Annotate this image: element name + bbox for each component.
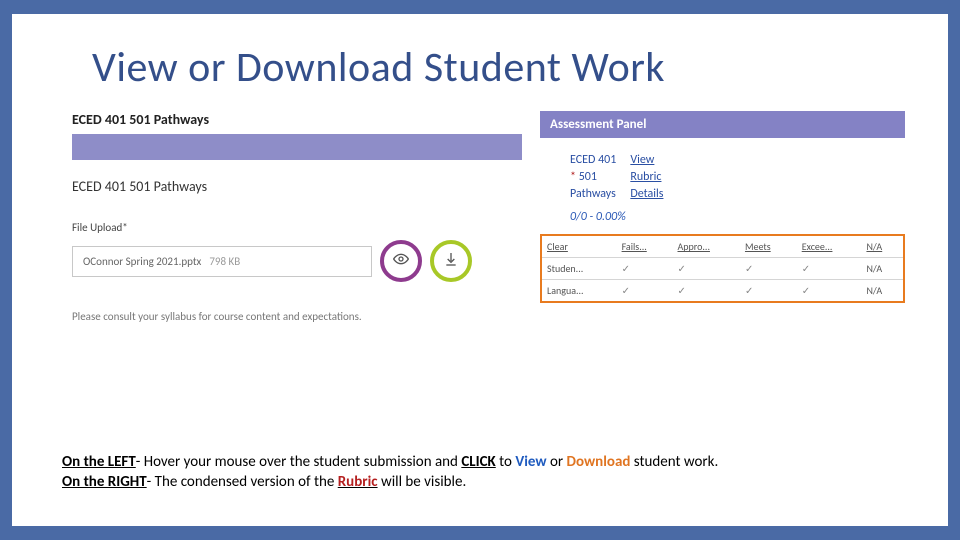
left-footnote: Please consult your syllabus for course …: [72, 310, 522, 323]
caption-left-prefix: On the LEFT: [62, 453, 136, 471]
row-na: N/A: [861, 258, 904, 280]
course-subtitle: ECED 401 501 Pathways: [72, 178, 522, 195]
assessment-panel-header: Assessment Panel: [540, 111, 905, 138]
check-icon[interactable]: ✓: [740, 280, 797, 303]
rubric-header-row: Clear Fails... Appro... Meets Excee... N…: [541, 235, 904, 258]
score-line: 0/0 - 0.00%: [570, 210, 905, 224]
caption-text: - The condensed version of the: [147, 473, 338, 491]
row-label: Langua...: [541, 280, 617, 303]
caption-text: or: [547, 453, 567, 471]
check-icon[interactable]: ✓: [673, 280, 740, 303]
file-box[interactable]: OConnor Spring 2021.pptx 798 KB: [72, 246, 372, 277]
course-line-0: ECED 401: [570, 152, 616, 169]
view-button[interactable]: [380, 240, 422, 282]
course-code-column: ECED 401 * 501 Pathways: [570, 152, 616, 202]
download-button[interactable]: [430, 240, 472, 282]
check-icon[interactable]: ✓: [797, 258, 862, 280]
rubric-table: Clear Fails... Appro... Meets Excee... N…: [540, 234, 905, 303]
assessment-links-row: ECED 401 * 501 Pathways View Rubric Deta…: [570, 152, 905, 202]
details-link[interactable]: Details: [630, 186, 663, 203]
download-icon: [443, 251, 459, 272]
caption-line-2: On the RIGHT- The condensed version of t…: [62, 472, 898, 492]
table-row: Studen... ✓ ✓ ✓ ✓ N/A: [541, 258, 904, 280]
rubric-col-na: N/A: [861, 235, 904, 258]
caption-rubric: Rubric: [338, 473, 378, 491]
required-star-icon: *: [570, 170, 579, 184]
caption-click: CLICK: [461, 453, 495, 471]
caption-download: Download: [566, 453, 630, 471]
file-size: 798 KB: [209, 255, 240, 268]
caption-right-prefix: On the RIGHT: [62, 473, 147, 491]
file-upload-label: File Upload*: [72, 221, 522, 234]
caption-text: will be visible.: [378, 473, 467, 491]
check-icon[interactable]: ✓: [617, 258, 673, 280]
slide-frame: View or Download Student Work ECED 401 5…: [0, 0, 960, 540]
rubric-col-fails: Fails...: [617, 235, 673, 258]
row-label: Studen...: [541, 258, 617, 280]
row-na: N/A: [861, 280, 904, 303]
rubric-col-clear[interactable]: Clear: [541, 235, 617, 258]
caption-text: student work.: [630, 453, 718, 471]
rubric-col-excee: Excee...: [797, 235, 862, 258]
caption-text: - Hover your mouse over the student subm…: [136, 453, 462, 471]
left-panel: ECED 401 501 Pathways ECED 401 501 Pathw…: [72, 111, 522, 323]
caption-line-1: On the LEFT- Hover your mouse over the s…: [62, 452, 898, 472]
rubric-col-appro: Appro...: [673, 235, 740, 258]
check-icon[interactable]: ✓: [797, 280, 862, 303]
course-header: ECED 401 501 Pathways: [72, 111, 522, 128]
caption-block: On the LEFT- Hover your mouse over the s…: [62, 452, 898, 493]
file-name: OConnor Spring 2021.pptx: [83, 255, 201, 268]
table-row: Langua... ✓ ✓ ✓ ✓ N/A: [541, 280, 904, 303]
rubric-link[interactable]: Rubric: [630, 169, 663, 186]
content-columns: ECED 401 501 Pathways ECED 401 501 Pathw…: [72, 111, 914, 323]
slide-title: View or Download Student Work: [92, 42, 918, 93]
right-panel: Assessment Panel ECED 401 * 501 Pathways…: [540, 111, 905, 323]
rubric-col-meets: Meets: [740, 235, 797, 258]
course-line-2: Pathways: [570, 186, 616, 203]
check-icon[interactable]: ✓: [740, 258, 797, 280]
upload-row: OConnor Spring 2021.pptx 798 KB: [72, 240, 522, 282]
action-links-column: View Rubric Details: [630, 152, 663, 202]
course-line-1: * 501: [570, 169, 616, 186]
check-icon[interactable]: ✓: [617, 280, 673, 303]
check-icon[interactable]: ✓: [673, 258, 740, 280]
caption-text: to: [496, 453, 516, 471]
rubric-body: Studen... ✓ ✓ ✓ ✓ N/A Langua... ✓ ✓ ✓ ✓ …: [541, 258, 904, 303]
eye-icon: [393, 251, 409, 272]
caption-view: View: [515, 453, 546, 471]
view-link[interactable]: View: [630, 152, 663, 169]
toolbar-bar: [72, 134, 522, 160]
